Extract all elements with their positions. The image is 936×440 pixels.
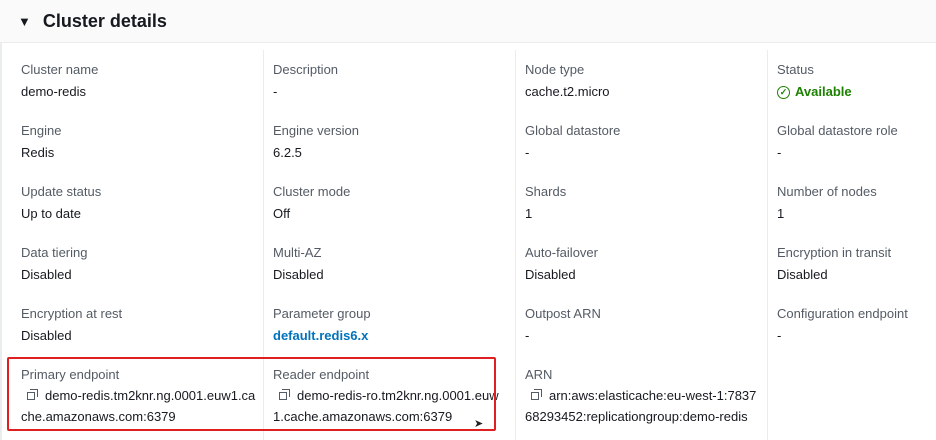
field-value: Disabled [777,267,828,282]
field-label: Global datastore [525,123,621,138]
field-arn: ARN arn:aws:elasticache:eu-west-1:783768… [525,367,773,427]
field-label: Multi-AZ [273,245,322,260]
check-circle-icon: ✓ [777,85,790,99]
field-number-of-nodes: Number of nodes 1 [777,184,936,222]
field-label: Description [273,62,339,77]
field-label: Data tiering [21,245,88,260]
field-label: Encryption in transit [777,245,892,260]
field-auto-failover: Auto-failover Disabled [525,245,773,283]
field-configuration-endpoint: Configuration endpoint - [777,306,936,344]
field-label: Node type [525,62,585,77]
details-column-4: Status ✓ Available Global datastore role … [777,50,936,440]
field-value-arn[interactable]: arn:aws:elasticache:eu-west-1:7837682934… [525,385,761,427]
endpoint-highlight-box [7,357,496,431]
field-label: Cluster name [21,62,99,77]
field-update-status: Update status Up to date [21,184,269,222]
field-label: Cluster mode [273,184,351,199]
field-value: Off [273,206,291,221]
field-value: - [525,328,530,343]
field-label: Shards [525,184,567,199]
field-engine-version: Engine version 6.2.5 [273,123,521,161]
field-value: - [525,145,530,160]
field-encryption-at-rest: Encryption at rest Disabled [21,306,269,344]
field-value: - [777,328,782,343]
field-encryption-in-transit: Encryption in transit Disabled [777,245,936,283]
field-label: Global datastore role [777,123,898,138]
field-multi-az: Multi-AZ Disabled [273,245,521,283]
field-value: cache.t2.micro [525,84,610,99]
details-column-3: Node type cache.t2.micro Global datastor… [525,50,765,440]
field-label: Configuration endpoint [777,306,908,321]
arn-text: arn:aws:elasticache:eu-west-1:7837682934… [525,388,757,424]
field-description: Description - [273,62,521,100]
status-text: Available [795,84,852,99]
cluster-details-header[interactable]: ▼ Cluster details [0,0,936,43]
field-value: Disabled [21,267,72,282]
parameter-group-link[interactable]: default.redis6.x [273,328,521,344]
field-engine: Engine Redis [21,123,269,161]
field-global-datastore-role: Global datastore role - [777,123,936,161]
field-value: - [777,145,782,160]
field-parameter-group: Parameter group default.redis6.x [273,306,521,344]
field-label: Update status [21,184,102,199]
field-value: Redis [21,145,55,160]
field-label: Parameter group [273,306,371,321]
caret-down-icon[interactable]: ▼ [18,15,31,28]
field-label: Engine version [273,123,359,138]
field-value: Disabled [21,328,72,343]
field-label: Outpost ARN [525,306,601,321]
field-cluster-name: Cluster name demo-redis [21,62,269,100]
field-value: 6.2.5 [273,145,302,160]
status-value: ✓ Available [777,84,936,100]
field-cluster-mode: Cluster mode Off [273,184,521,222]
field-label: Auto-failover [525,245,598,260]
section-title: Cluster details [42,10,167,31]
field-value: Disabled [525,267,576,282]
field-value: 1 [525,206,533,221]
field-value: 1 [777,206,785,221]
field-shards: Shards 1 [525,184,773,222]
field-value: Disabled [273,267,324,282]
field-label: ARN [525,367,553,382]
field-label: Number of nodes [777,184,877,199]
field-value: Up to date [21,206,81,221]
field-label: Encryption at rest [21,306,123,321]
field-value: demo-redis [21,84,87,99]
field-label: Status [777,62,814,77]
field-node-type: Node type cache.t2.micro [525,62,773,100]
field-value: - [273,84,278,99]
field-data-tiering: Data tiering Disabled [21,245,269,283]
field-outpost-arn: Outpost ARN - [525,306,773,344]
field-status: Status ✓ Available [777,62,936,100]
copy-icon[interactable] [531,389,543,401]
field-label: Engine [21,123,62,138]
field-global-datastore: Global datastore - [525,123,773,161]
mouse-cursor-icon: ➤ [474,418,484,430]
